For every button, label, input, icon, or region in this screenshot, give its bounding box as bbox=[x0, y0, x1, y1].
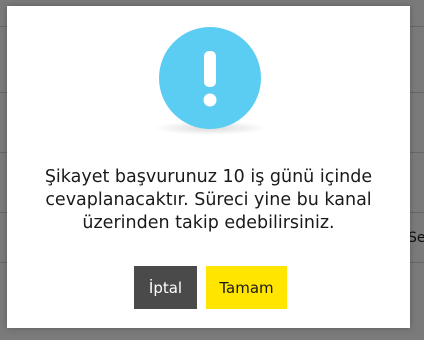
dialog-message-line: üzerinden takip edebilirsiniz. bbox=[82, 213, 335, 233]
cancel-button[interactable]: İptal bbox=[134, 266, 197, 309]
dialog-message-line: cevaplanacaktır. Süreci yine bu kanal bbox=[45, 190, 372, 210]
dialog-message-line: Şikayet başvurunuz 10 iş günü içinde bbox=[44, 167, 373, 187]
ok-button[interactable]: Tamam bbox=[206, 266, 287, 309]
dialog-message: Şikayet başvurunuz 10 iş günü içinde cev… bbox=[27, 166, 390, 235]
confirmation-dialog: Şikayet başvurunuz 10 iş günü içinde cev… bbox=[7, 6, 410, 328]
exclamation-icon bbox=[159, 27, 261, 129]
